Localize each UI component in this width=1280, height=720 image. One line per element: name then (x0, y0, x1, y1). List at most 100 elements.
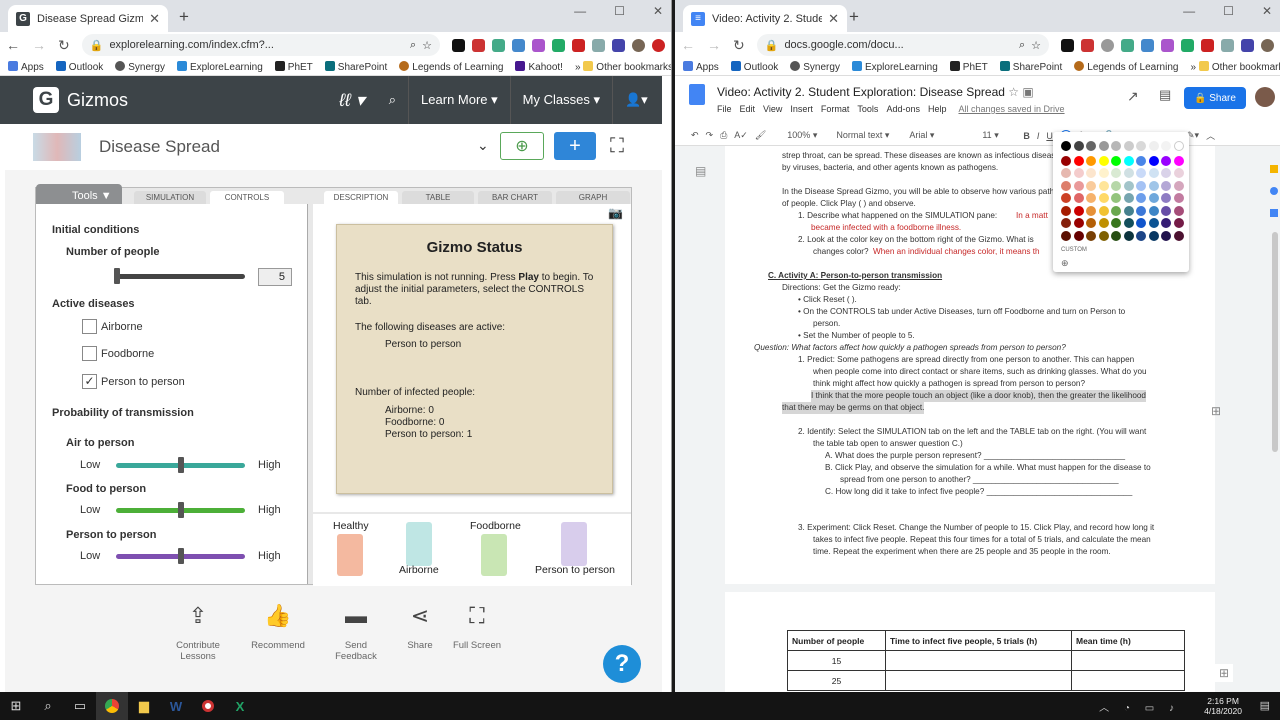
forward-icon[interactable]: → (707, 37, 721, 53)
tab-controls[interactable]: CONTROLS (210, 191, 284, 205)
color-swatch[interactable] (1061, 205, 1071, 216)
undo-icon[interactable]: ↶ (691, 130, 699, 141)
send-feedback-button[interactable]: ▬ Send Feedback (326, 605, 386, 663)
extension-icon[interactable] (1181, 38, 1194, 52)
contribute-lessons-button[interactable]: ⇪ Contribute Lessons (168, 605, 228, 663)
learn-more-menu[interactable]: Learn More ▾ (408, 76, 510, 124)
paint-format-icon[interactable]: 🖌 (755, 130, 766, 141)
color-swatch[interactable] (1086, 168, 1096, 178)
color-swatch[interactable] (1098, 168, 1109, 178)
table-cell[interactable] (1071, 650, 1185, 671)
color-swatch[interactable] (1123, 218, 1134, 228)
bookmark-legends[interactable]: Legends of Learning (399, 60, 503, 73)
extension-icon[interactable] (1161, 38, 1174, 52)
color-swatch[interactable] (1111, 205, 1121, 216)
zoom-icon[interactable]: ⌕ (410, 39, 416, 52)
color-swatch[interactable] (1173, 141, 1184, 151)
color-swatch[interactable] (1173, 205, 1184, 216)
color-swatch[interactable] (1073, 193, 1084, 203)
tab-bar-chart[interactable]: BAR CHART (478, 191, 552, 205)
maximize-icon[interactable]: ☐ (1223, 4, 1234, 18)
new-tab-icon[interactable]: + (849, 7, 859, 27)
color-swatch[interactable] (1111, 230, 1121, 241)
other-bookmarks[interactable]: » Other bookmarks (1190, 60, 1280, 73)
recommend-button[interactable]: 👍 Recommend (248, 605, 308, 652)
full-screen-button[interactable]: ⛶ Full Screen (447, 605, 507, 652)
add-custom-color-icon[interactable]: ⊕ (1061, 258, 1069, 269)
color-swatch[interactable] (1073, 155, 1084, 166)
file-explorer-icon[interactable]: ▆ (128, 692, 160, 720)
color-swatch[interactable] (1123, 180, 1134, 191)
bookmark-outlook[interactable]: Outlook (55, 60, 103, 73)
reload-icon[interactable]: ↻ (733, 37, 745, 54)
search-icon[interactable]: ⌕ (32, 692, 64, 720)
color-swatch[interactable] (1061, 193, 1071, 203)
style-select[interactable]: Normal text ▾ (836, 130, 898, 141)
minimize-icon[interactable]: — (1183, 4, 1195, 18)
color-swatch[interactable] (1173, 168, 1184, 178)
doc-scrollbar[interactable] (1272, 232, 1278, 452)
bold-icon[interactable]: B (1023, 131, 1030, 141)
star-icon[interactable]: ☆ (1008, 85, 1019, 99)
clock[interactable]: 2:16 PM 4/18/2020 (1204, 696, 1242, 716)
excel-icon[interactable]: X (224, 692, 256, 720)
color-swatch[interactable] (1086, 230, 1096, 241)
extension-icon[interactable] (532, 38, 545, 52)
search-icon[interactable]: ⌕ (377, 76, 408, 124)
extension-icon[interactable] (492, 38, 505, 52)
table-cell[interactable] (1071, 670, 1185, 691)
color-swatch[interactable] (1123, 168, 1134, 178)
browser-tab-gizmo[interactable]: G Disease Spread Gizmo : Explore ✕ (8, 5, 168, 32)
color-swatch[interactable] (1073, 180, 1084, 191)
bookmark-sharepoint[interactable]: SharePoint (324, 60, 387, 73)
color-swatch[interactable] (1136, 193, 1146, 203)
maximize-icon[interactable]: ☐ (614, 4, 625, 18)
url-omnibox[interactable]: 🔒 docs.google.com/docu... ⌕ ☆ (756, 34, 1049, 56)
close-window-icon[interactable]: ✕ (1262, 4, 1272, 18)
close-window-icon[interactable]: ✕ (653, 4, 663, 18)
table-cell[interactable]: 15 (787, 650, 886, 671)
number-of-people-knob[interactable] (114, 268, 120, 284)
menu-view[interactable]: View (763, 104, 782, 114)
print-icon[interactable]: ⎙ (720, 130, 727, 141)
bookmark-phet[interactable]: PhET (274, 60, 313, 73)
menu-edit[interactable]: Edit (740, 104, 756, 114)
keep-icon[interactable] (1270, 165, 1278, 173)
color-swatch[interactable] (1161, 230, 1171, 241)
foodborne-checkbox[interactable] (82, 346, 97, 361)
extension-icon[interactable] (1221, 38, 1234, 52)
zoom-select[interactable]: 100% ▾ (787, 130, 817, 141)
color-swatch[interactable] (1173, 155, 1184, 166)
windows-start-icon[interactable]: ⊞ (0, 692, 32, 720)
color-swatch[interactable] (1123, 141, 1134, 151)
color-swatch[interactable] (1098, 230, 1109, 241)
student-answer-selected[interactable]: that there may be germs on that object. (782, 402, 925, 414)
color-swatch[interactable] (1148, 193, 1159, 203)
color-swatch[interactable] (1161, 155, 1171, 166)
color-swatch[interactable] (1173, 230, 1184, 241)
bookmark-legends[interactable]: Legends of Learning (1074, 60, 1178, 73)
extension-icon[interactable] (1201, 38, 1214, 52)
profile-avatar[interactable] (1261, 38, 1274, 52)
table-cell[interactable] (885, 650, 1072, 671)
color-swatch[interactable] (1061, 141, 1071, 151)
bookmark-explorelearning[interactable]: ExploreLearning (851, 60, 938, 73)
expand-icon[interactable]: ⛶ (610, 135, 624, 158)
color-swatch[interactable] (1098, 155, 1109, 166)
collapse-icon[interactable]: ︿ (1206, 129, 1215, 142)
color-swatch[interactable] (1086, 180, 1096, 191)
bookmark-apps[interactable]: Apps (8, 60, 44, 73)
share-button[interactable]: 🔒 Share (1184, 87, 1246, 109)
menu-tools[interactable]: Tools (857, 104, 878, 114)
outline-icon[interactable]: ▤ (695, 164, 706, 178)
bookmark-sharepoint[interactable]: SharePoint (999, 60, 1062, 73)
color-swatch[interactable] (1173, 193, 1184, 203)
reload-icon[interactable]: ↻ (58, 37, 70, 54)
bookmark-phet[interactable]: PhET (949, 60, 988, 73)
other-bookmarks[interactable]: » Other bookmarks (575, 60, 671, 73)
add-comment-icon[interactable]: ⊞ (1211, 404, 1221, 418)
spellcheck-icon[interactable]: A✓ (734, 130, 748, 141)
bookmark-synergy[interactable]: Synergy (115, 60, 165, 73)
color-swatch[interactable] (1111, 141, 1121, 151)
menu-addons[interactable]: Add-ons (886, 104, 920, 114)
